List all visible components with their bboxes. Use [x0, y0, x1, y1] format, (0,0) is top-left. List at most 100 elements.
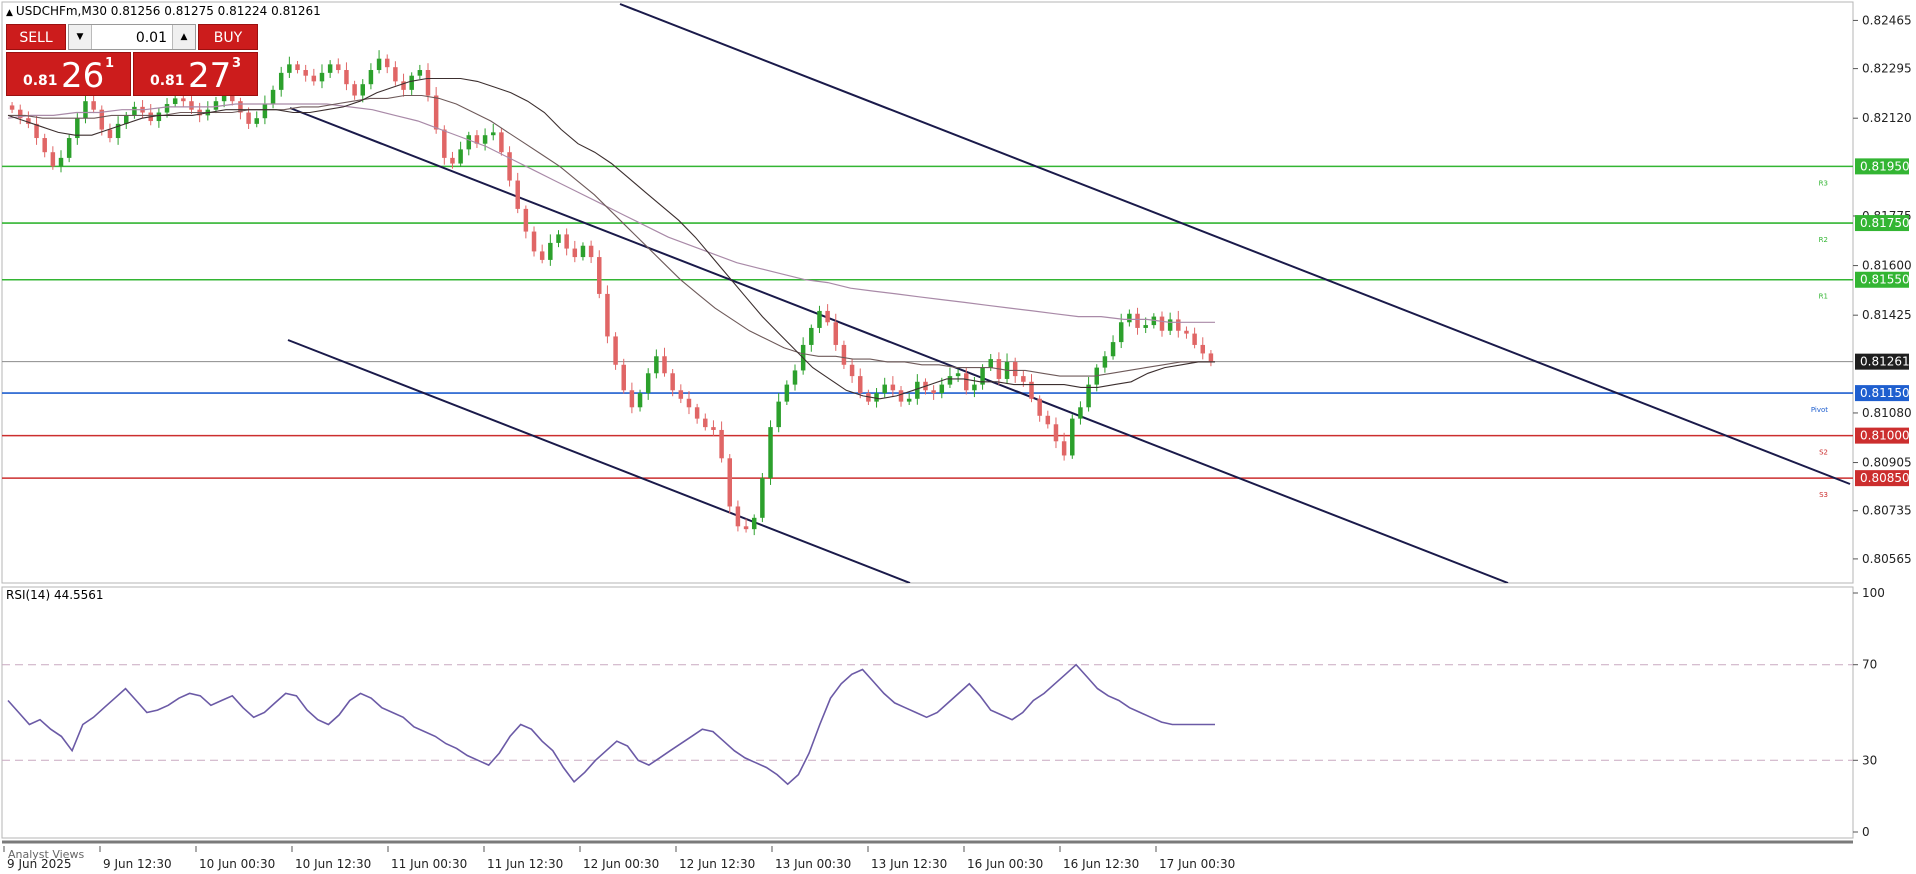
candle-body — [572, 248, 578, 258]
sell-price-big: 26 — [61, 56, 105, 96]
candle-body — [376, 58, 382, 71]
symbol-line: USDCHFm,M30 0.81256 0.81275 0.81224 0.81… — [15, 4, 321, 18]
time-tick-label: 16 Jun 00:30 — [967, 857, 1043, 871]
candle-body — [645, 373, 651, 394]
candle-body — [303, 70, 308, 76]
sell-button[interactable]: SELL — [6, 24, 66, 50]
price-tick-label: 0.82120 — [1862, 111, 1912, 125]
price-tick-label: 0.80905 — [1862, 456, 1912, 470]
candle-body — [743, 526, 749, 530]
candle-body — [83, 101, 88, 119]
candle-body — [588, 245, 594, 258]
candle-body — [857, 376, 863, 394]
candle-body — [662, 356, 667, 374]
sell-price-box[interactable]: 0.81 26 1 — [6, 52, 131, 96]
candle-body — [694, 407, 700, 419]
candle-body — [849, 364, 855, 377]
candle-body — [776, 401, 781, 428]
rsi-tick-label: 100 — [1862, 586, 1885, 600]
candle-body — [637, 393, 643, 408]
collapse-triangle-icon[interactable]: ▲ — [6, 8, 13, 18]
candle-body — [515, 180, 520, 209]
sell-price-prefix: 0.81 — [23, 73, 58, 89]
candle-body — [833, 322, 839, 345]
rsi-tick-label: 0 — [1862, 825, 1870, 839]
candle-body — [597, 257, 602, 294]
candle-body — [809, 327, 814, 345]
candle-body — [262, 104, 268, 119]
candle-body — [1086, 384, 1091, 408]
candle-body — [450, 157, 455, 164]
lot-size-stepper[interactable]: ▼ ▲ — [68, 24, 196, 51]
time-tick-label: 10 Jun 00:30 — [199, 857, 275, 871]
buy-price-big: 27 — [188, 56, 232, 96]
candle-body — [1192, 333, 1197, 345]
candle-body — [727, 458, 732, 507]
lot-size-input[interactable] — [93, 25, 171, 51]
candle-body — [890, 384, 896, 391]
candle-body — [327, 64, 333, 73]
level-badge-label: 0.81550 — [1860, 273, 1910, 287]
price-chart[interactable]: R3 R2 R1 Pivot S2 S3 0.82465 0.82295 0.82120 0.8… — [0, 0, 1916, 874]
candle-body — [181, 98, 186, 102]
level-name-s2: S2 — [1819, 449, 1828, 457]
time-tick-label: 12 Jun 00:30 — [583, 857, 659, 871]
candle-body — [360, 84, 366, 96]
candle-body — [539, 251, 545, 260]
price-tick-label: 0.81080 — [1862, 406, 1912, 420]
rsi-tick-label: 70 — [1862, 658, 1877, 672]
candle-body — [213, 101, 219, 110]
candle-body — [425, 70, 431, 96]
lot-increase-icon[interactable]: ▲ — [172, 25, 195, 49]
candle-body — [58, 157, 64, 167]
candle-body — [711, 427, 716, 430]
candle-body — [156, 112, 162, 122]
buy-button[interactable]: BUY — [198, 24, 258, 50]
candle-body — [988, 359, 993, 368]
candle-body — [352, 84, 357, 96]
candle-body — [66, 138, 72, 158]
candle-body — [417, 70, 423, 76]
level-badge-label: 0.80850 — [1860, 471, 1910, 485]
candle-body — [1110, 342, 1116, 357]
candle-body — [1200, 344, 1206, 354]
candle-body — [825, 310, 830, 323]
level-badge-label: 0.81150 — [1860, 386, 1910, 400]
candle-body — [735, 506, 741, 527]
time-tick-label: 16 Jun 12:30 — [1063, 857, 1139, 871]
candle-body — [1184, 330, 1189, 334]
candle-body — [466, 135, 472, 150]
candle-body — [499, 132, 504, 153]
candle-body — [882, 384, 887, 394]
analyst-views-tab[interactable]: Analyst Views — [8, 848, 84, 861]
level-badge-label: 0.81750 — [1860, 216, 1910, 230]
price-tick-label: 0.80565 — [1862, 552, 1912, 566]
buy-price-box[interactable]: 0.81 27 3 — [133, 52, 258, 96]
candle-body — [1070, 418, 1075, 456]
time-tick-label: 11 Jun 00:30 — [391, 857, 467, 871]
candle-body — [295, 64, 300, 71]
candle-body — [906, 398, 912, 402]
rsi-tick-label: 30 — [1862, 753, 1877, 767]
candle-body — [270, 89, 276, 105]
candle-body — [564, 234, 569, 249]
lot-decrease-icon[interactable]: ▼ — [69, 25, 92, 49]
candle-body — [580, 245, 586, 258]
time-tick-label: 13 Jun 00:30 — [775, 857, 851, 871]
candle-body — [719, 429, 724, 459]
candle-body — [319, 72, 325, 82]
level-name-r1: R1 — [1819, 293, 1828, 301]
candle-body — [336, 64, 341, 71]
candle-body — [1078, 407, 1083, 419]
time-tick-label: 9 Jun 12:30 — [103, 857, 172, 871]
candle-body — [523, 208, 529, 232]
level-name-pivot: Pivot — [1811, 406, 1828, 414]
candle-body — [1208, 353, 1214, 362]
candle-body — [964, 373, 969, 391]
current-price-label: 0.81261 — [1860, 355, 1910, 369]
candle-body — [311, 75, 317, 82]
candle-body — [287, 64, 292, 73]
time-tick-label: 11 Jun 12:30 — [487, 857, 563, 871]
candle-body — [442, 129, 447, 158]
candle-body — [1012, 361, 1018, 377]
